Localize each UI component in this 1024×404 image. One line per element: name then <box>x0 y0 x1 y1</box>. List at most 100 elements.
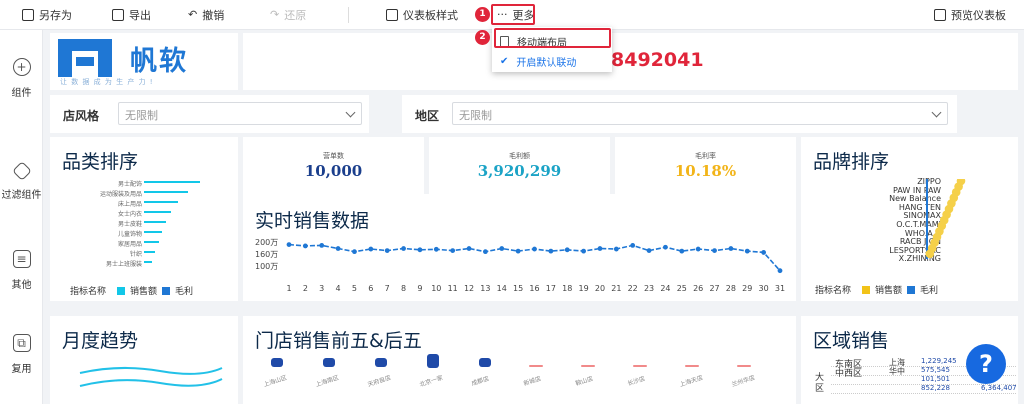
category-label: 女士内衣 <box>117 211 142 218</box>
export-button[interactable]: 导出 <box>112 7 151 23</box>
save-as-button[interactable]: 另存为 <box>22 7 72 23</box>
undo-icon: ↶ <box>188 8 198 21</box>
sales-point <box>761 250 767 255</box>
category-label: 运动服装及用品 <box>99 191 142 198</box>
menu-item-label: 开启默认联动 <box>516 58 577 69</box>
region-cell: 6,364,407 <box>981 384 1017 392</box>
x-tick-label: 29 <box>742 284 752 293</box>
category-label: 儿童饰物 <box>117 231 142 238</box>
filter-icon <box>11 161 32 181</box>
card-title: 门店销售前五&后五 <box>255 330 422 352</box>
store-label: 上海南区 <box>314 374 340 389</box>
chevron-down-icon <box>931 107 942 118</box>
brand-sales-dot <box>925 249 935 259</box>
sales-point <box>663 244 668 250</box>
help-button[interactable]: ? <box>966 344 1006 384</box>
select-placeholder: 无限制 <box>459 109 492 122</box>
document-icon: ≡ <box>12 250 31 268</box>
kpi-value: 10.18% <box>674 162 737 180</box>
category-rank-card: 品类排序 男士配饰 运动服装及用品 床上用品 女士内衣 男士皮鞋 儿童饰物 家居用品 针织 男士… <box>50 137 238 301</box>
y-tick-label: 100万 <box>255 262 278 271</box>
brand-dot-chart <box>925 179 966 259</box>
x-tick-label: 19 <box>579 284 589 293</box>
x-tick-label: 3 <box>319 284 324 293</box>
rail-item-reuse[interactable]: ⧉ 复用 <box>0 334 43 375</box>
region-cell: 852,228 <box>921 384 950 392</box>
x-tick-label: 23 <box>644 284 654 293</box>
export-label: 导出 <box>129 8 151 22</box>
category-label: 针织 <box>129 251 142 258</box>
legend-swatch <box>162 286 171 295</box>
filter-region: 地区 无限制 <box>402 95 957 133</box>
store-label: 上海山区 <box>262 374 288 389</box>
store-marker <box>685 365 699 367</box>
sales-point <box>581 248 586 254</box>
kpi-label: 毛利额 <box>509 152 530 160</box>
save-as-label: 另存为 <box>39 8 72 22</box>
sales-point <box>368 246 374 252</box>
x-tick-label: 15 <box>513 284 523 293</box>
sales-point <box>401 246 406 251</box>
x-tick-label: 17 <box>546 284 556 293</box>
store-label: 天府自店 <box>366 374 392 389</box>
preview-label: 预览仪表板 <box>951 8 1006 22</box>
sales-point <box>483 249 488 255</box>
category-sales-bar <box>144 251 156 253</box>
toolbar-divider <box>348 7 349 23</box>
menu-item-default-linkage[interactable]: ✔ 开启默认联动 <box>500 54 576 69</box>
sales-point <box>433 246 439 252</box>
sales-point <box>286 242 292 248</box>
sales-point <box>744 248 750 254</box>
store-marker <box>323 358 335 367</box>
sales-point <box>646 248 652 254</box>
sales-point <box>777 268 783 274</box>
category-sales-bar <box>144 201 178 203</box>
store-label: 兰州华店 <box>730 374 756 389</box>
store-style-select[interactable]: 无限制 <box>118 102 362 125</box>
dashboard-style-button[interactable]: 仪表板样式 <box>386 7 458 23</box>
sales-point <box>548 248 554 254</box>
x-tick-label: 28 <box>726 284 736 293</box>
x-tick-label: 30 <box>759 284 769 293</box>
category-sales-bar <box>144 221 167 223</box>
sales-point <box>384 248 390 254</box>
store-marker <box>479 358 491 367</box>
category-label: 男士上班服装 <box>105 261 142 268</box>
x-tick-label: 26 <box>693 284 703 293</box>
legend-sales: 销售额 <box>875 286 903 296</box>
store-label: 鞍山店 <box>574 375 594 388</box>
category-legend: 指标名称 销售额 毛利 <box>70 284 193 297</box>
undo-button[interactable]: ↶ 撤销 <box>188 7 224 23</box>
save-icon <box>22 8 34 21</box>
store-marker <box>737 365 751 367</box>
rail-item-filter[interactable]: 过滤组件 <box>0 161 43 201</box>
x-tick-label: 31 <box>775 284 785 293</box>
redo-label: 还原 <box>284 8 307 22</box>
brand-rank-card: 品牌排序 ZIPPO PAW IN PAW New Balance HANG TEN S… <box>801 137 1018 301</box>
redo-button[interactable]: ↷ 还原 <box>270 7 306 23</box>
legend-profit: 毛利 <box>175 287 194 297</box>
copy-icon: ⧉ <box>12 334 31 352</box>
logo-mark-icon <box>58 39 112 77</box>
rail-item-other[interactable]: ≡ 其他 <box>0 250 43 291</box>
sales-point <box>695 246 701 252</box>
category-sales-bar <box>144 241 159 243</box>
rail-item-components[interactable]: + 组件 <box>0 58 43 99</box>
x-tick-label: 25 <box>677 284 687 293</box>
x-tick-label: 21 <box>611 284 621 293</box>
filter-store-style: 店风格 无限制 <box>50 95 369 133</box>
x-tick-label: 8 <box>401 284 406 293</box>
category-label: 床上用品 <box>117 201 142 208</box>
preview-dashboard-button[interactable]: 预览仪表板 <box>934 7 1006 23</box>
store-marker <box>375 358 387 367</box>
region-select[interactable]: 无限制 <box>452 102 948 125</box>
x-tick-label: 27 <box>709 284 719 293</box>
store-marker <box>271 358 283 367</box>
legend-swatch <box>117 286 126 295</box>
sales-point <box>499 246 505 251</box>
more-highlight <box>491 4 535 25</box>
card-title: 区域销售 <box>813 330 890 352</box>
x-tick-label: 20 <box>595 284 605 293</box>
x-tick-label: 1 <box>286 284 291 293</box>
select-placeholder: 无限制 <box>125 109 158 122</box>
